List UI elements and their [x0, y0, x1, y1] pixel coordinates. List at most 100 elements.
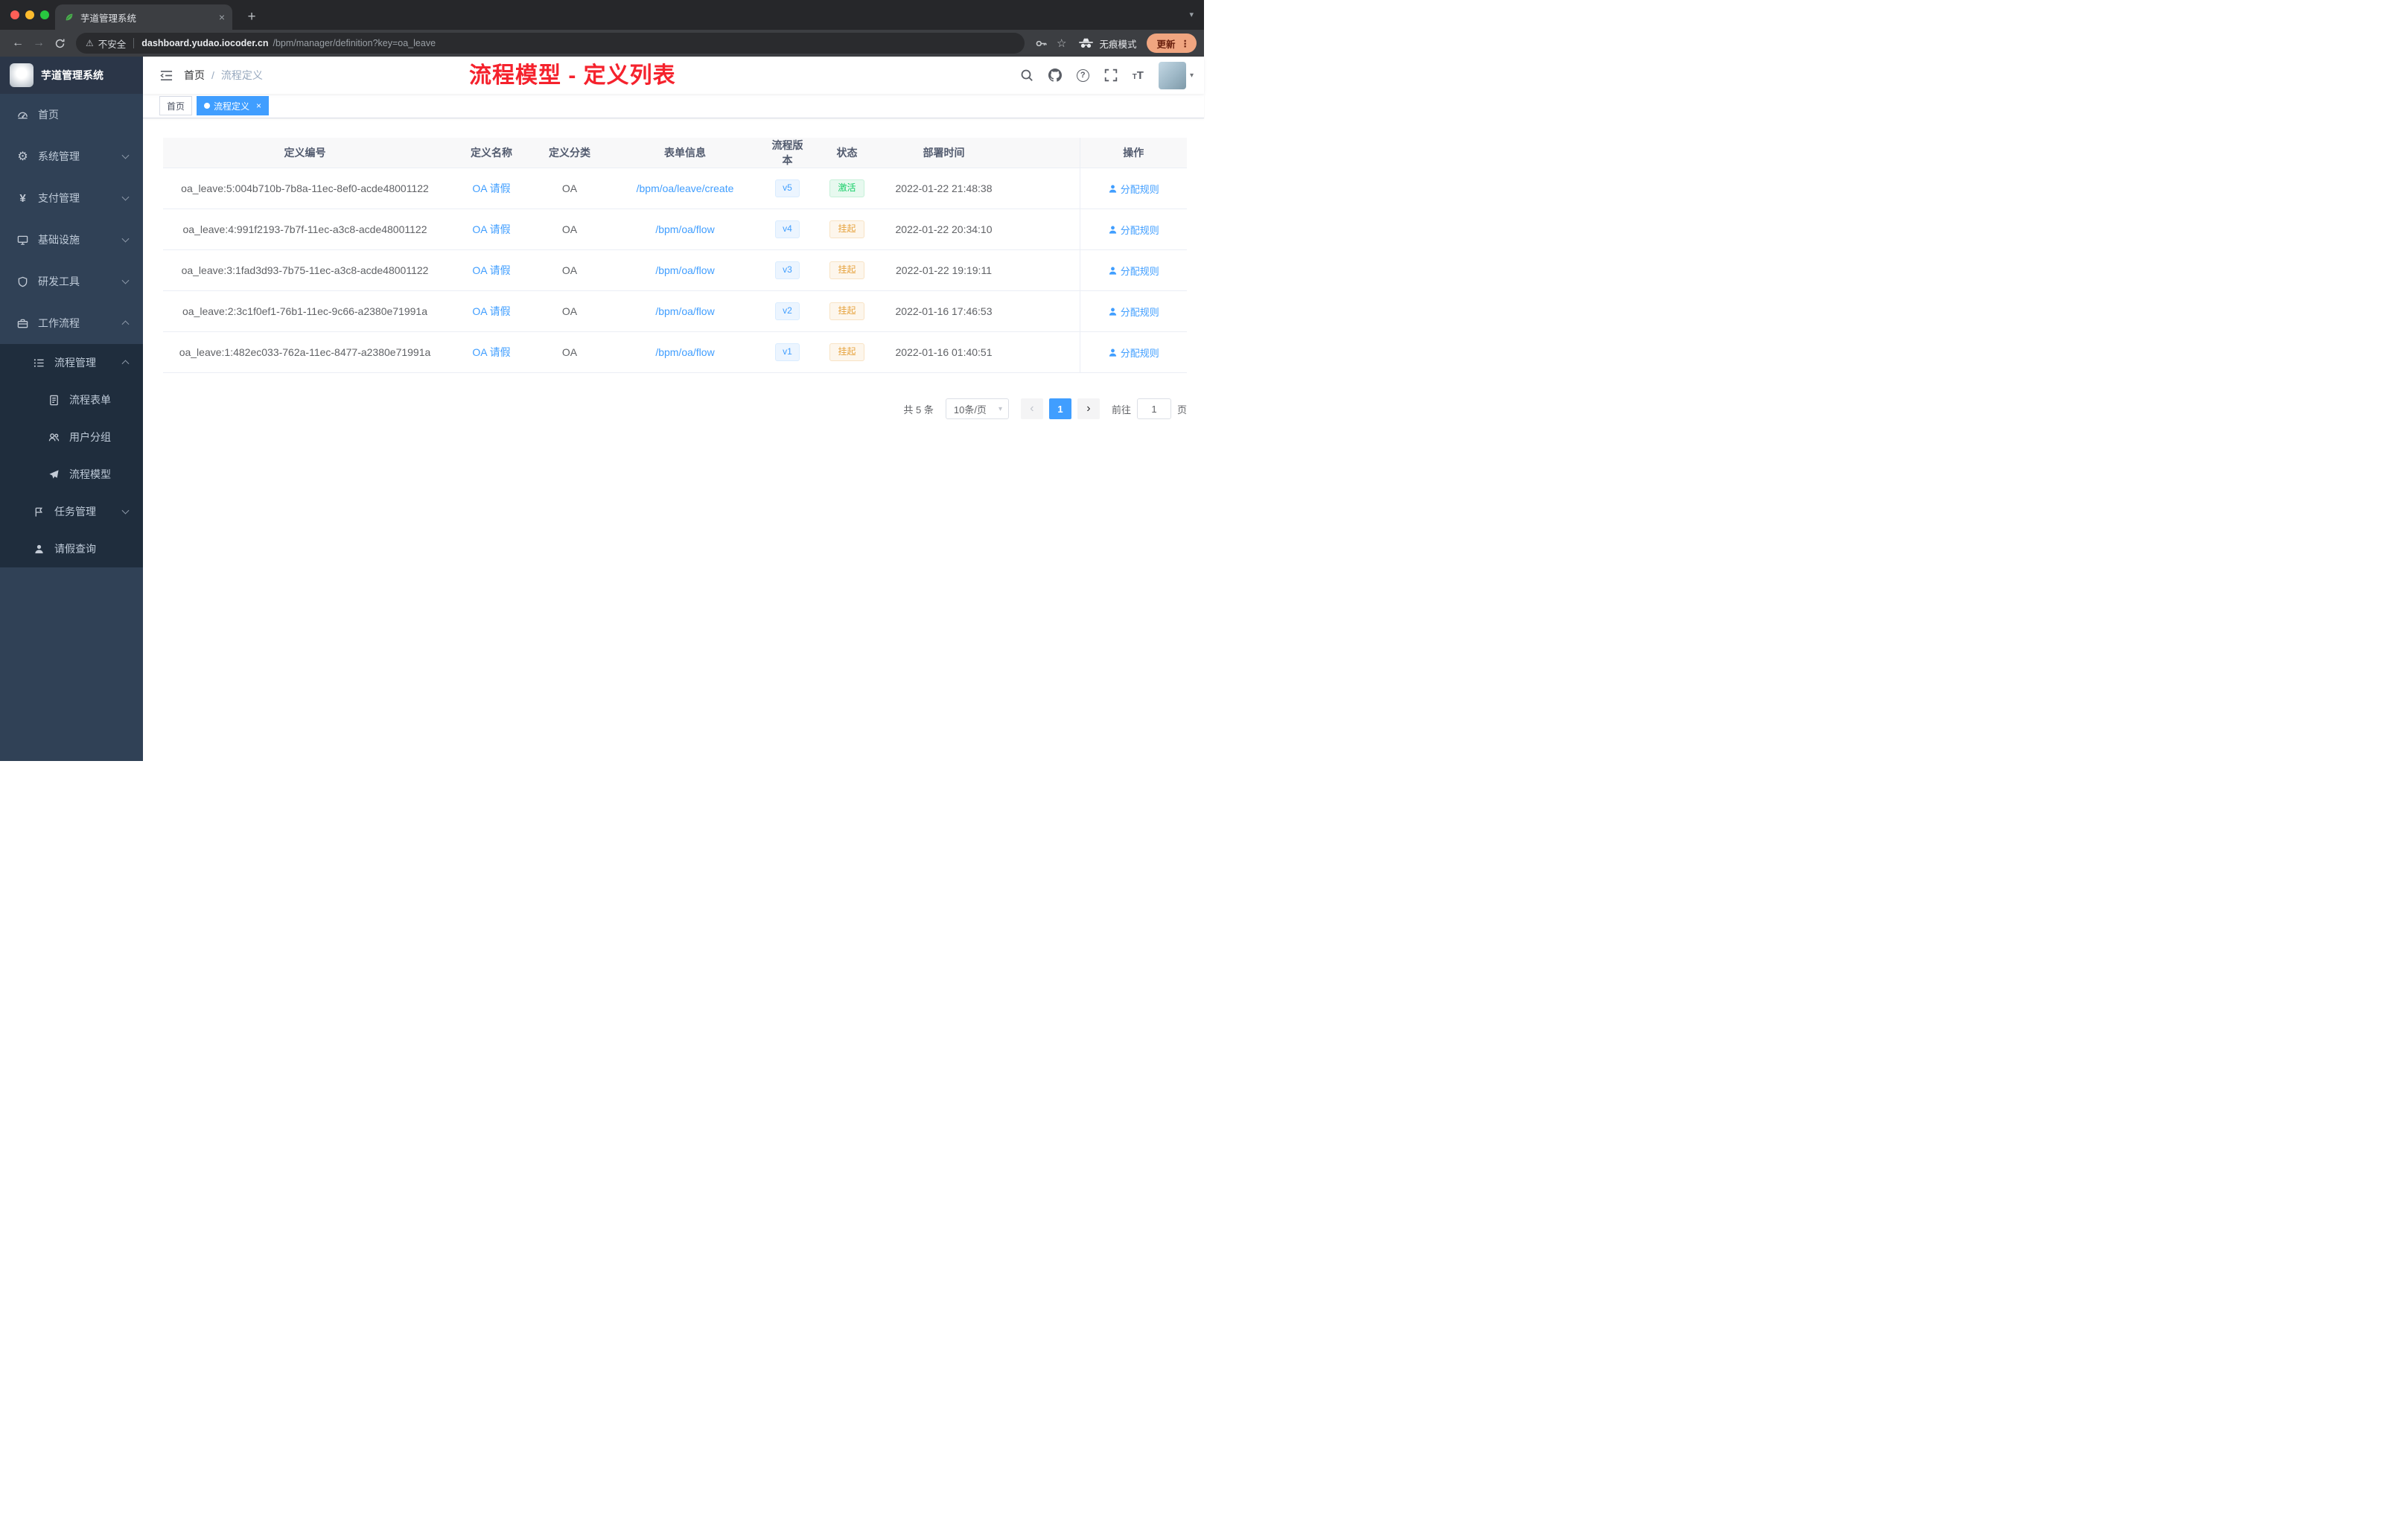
sidebar-item-label: 请假查询 [54, 543, 96, 555]
form-link[interactable]: /bpm/oa/flow [655, 264, 714, 276]
page-1-button[interactable]: 1 [1048, 398, 1071, 419]
status-badge: 挂起 [829, 220, 864, 238]
back-button[interactable]: ← [7, 36, 28, 50]
incognito-label: 无痕模式 [1099, 39, 1137, 50]
search-icon[interactable] [1020, 69, 1033, 82]
status-badge: 挂起 [829, 343, 864, 361]
page-size-select[interactable]: 10条/页 ▾ [945, 398, 1009, 419]
definition-name-link[interactable]: OA 请假 [472, 223, 510, 235]
version-tag: v5 [775, 179, 800, 197]
definition-name-link[interactable]: OA 请假 [472, 182, 510, 194]
assign-rule-link[interactable]: 分配规则 [1108, 346, 1159, 360]
user-icon [1109, 184, 1116, 193]
col-definition-id: 定义编号 [163, 138, 447, 168]
browser-tab[interactable]: 芋道管理系统 × [55, 4, 232, 30]
next-page-button[interactable]: › [1077, 398, 1100, 419]
incognito-icon [1079, 38, 1094, 48]
github-icon[interactable] [1048, 69, 1062, 82]
minimize-window-button[interactable] [25, 10, 34, 19]
flag-icon [33, 506, 45, 518]
table-row: oa_leave:5:004b710b-7b8a-11ec-8ef0-acde4… [163, 168, 1187, 209]
definition-name-link[interactable]: OA 请假 [472, 305, 510, 317]
close-window-button[interactable] [10, 10, 19, 19]
close-icon[interactable]: × [256, 101, 261, 111]
workflow-submenu: 流程管理 流程表单 用户分组 流程模型 任务管理 请假查询 [0, 344, 143, 567]
sidebar-item-payment[interactable]: ¥ 支付管理 [0, 177, 143, 219]
prev-page-button[interactable]: ‹ [1020, 398, 1043, 419]
fullscreen-icon[interactable] [1104, 69, 1118, 82]
assign-rule-link[interactable]: 分配规则 [1108, 223, 1159, 237]
sidebar-item-task-management[interactable]: 任务管理 [0, 493, 143, 530]
status-badge: 挂起 [829, 261, 864, 279]
form-link[interactable]: /bpm/oa/flow [655, 223, 714, 235]
sidebar-logo[interactable]: 芋道管理系统 [0, 57, 143, 94]
font-size-icon[interactable]: TT [1133, 69, 1144, 82]
sidebar-item-process-form[interactable]: 流程表单 [0, 381, 143, 418]
sidebar-item-label: 流程管理 [54, 357, 96, 369]
goto-unit: 页 [1176, 404, 1187, 415]
definition-id: oa_leave:4:991f2193-7b7f-11ec-a3c8-acde4… [163, 208, 447, 250]
assign-rule-link[interactable]: 分配规则 [1108, 182, 1159, 196]
sidebar-item-leave-query[interactable]: 请假查询 [0, 530, 143, 567]
form-link[interactable]: /bpm/oa/flow [655, 305, 714, 317]
new-tab-button[interactable]: + [243, 8, 261, 26]
table-header-row: 定义编号 定义名称 定义分类 表单信息 流程版本 状态 部署时间 操作 [163, 138, 1187, 168]
form-link[interactable]: /bpm/oa/flow [655, 346, 714, 358]
assign-rule-link[interactable]: 分配规则 [1108, 264, 1159, 278]
user-icon [1109, 225, 1116, 234]
sidebar-item-home[interactable]: 首页 [0, 94, 143, 136]
browser-menu-dots-icon[interactable]: ⋮ [1181, 38, 1191, 49]
chevron-down-icon: ▾ [998, 404, 1002, 413]
list-icon [33, 357, 45, 369]
deploy-time: 2022-01-22 20:34:10 [886, 208, 1001, 250]
sidebar-item-system[interactable]: ⚙ 系统管理 [0, 136, 143, 177]
chevron-down-icon [121, 235, 130, 243]
col-deploy-time: 部署时间 [886, 138, 1001, 168]
tab-close-icon[interactable]: × [219, 11, 225, 23]
sidebar-item-process-management[interactable]: 流程管理 [0, 344, 143, 381]
goto-page-input[interactable] [1136, 398, 1171, 419]
definition-category: OA [536, 168, 603, 209]
tag-process-definition[interactable]: 流程定义 × [197, 96, 270, 115]
sidebar-item-devtools[interactable]: 研发工具 [0, 261, 143, 302]
version-tag: v3 [775, 261, 800, 279]
address-bar[interactable]: ⚠ 不安全 dashboard.yudao.iocoder.cn /bpm/ma… [76, 33, 1025, 54]
col-status: 状态 [808, 138, 886, 168]
form-link[interactable]: /bpm/oa/leave/create [637, 182, 734, 194]
chevron-down-icon [121, 506, 130, 515]
sidebar-item-workflow[interactable]: 工作流程 [0, 302, 143, 344]
help-icon[interactable]: ? [1076, 69, 1089, 82]
password-key-icon[interactable] [1035, 37, 1048, 50]
users-icon [48, 431, 60, 444]
sidebar-item-process-model[interactable]: 流程模型 [0, 456, 143, 493]
reload-button[interactable] [49, 38, 70, 49]
tab-search-chevron-icon[interactable]: ▾ [1189, 10, 1194, 19]
tag-home[interactable]: 首页 [159, 96, 193, 115]
deploy-time: 2022-01-16 01:40:51 [886, 331, 1001, 373]
bookmark-star-icon[interactable]: ☆ [1057, 36, 1066, 50]
user-icon [1109, 266, 1116, 275]
forward-button[interactable]: → [28, 36, 49, 50]
user-menu[interactable]: ▾ [1158, 61, 1194, 89]
sidebar-item-label: 流程表单 [69, 394, 111, 406]
sidebar-item-label: 系统管理 [38, 150, 80, 162]
version-tag: v1 [775, 343, 800, 361]
dashboard-icon [16, 109, 29, 121]
definition-name-link[interactable]: OA 请假 [472, 346, 510, 358]
sidebar-fold-icon[interactable] [143, 57, 184, 94]
assign-rule-link[interactable]: 分配规则 [1108, 305, 1159, 319]
chevron-up-icon [121, 360, 130, 368]
sidebar-item-label: 研发工具 [38, 276, 80, 287]
definition-id: oa_leave:2:3c1f0ef1-76b1-11ec-9c66-a2380… [163, 290, 447, 332]
col-process-version: 流程版本 [767, 138, 808, 168]
sidebar-item-infrastructure[interactable]: 基础设施 [0, 219, 143, 261]
breadcrumb-home[interactable]: 首页 [184, 68, 205, 83]
user-avatar [1158, 61, 1186, 89]
browser-update-button[interactable]: 更新 ⋮ [1147, 34, 1197, 53]
briefcase-icon [16, 317, 29, 330]
user-icon [1109, 307, 1116, 316]
zoom-window-button[interactable] [40, 10, 49, 19]
yen-icon: ¥ [19, 191, 26, 205]
definition-name-link[interactable]: OA 请假 [472, 264, 510, 276]
sidebar-item-user-group[interactable]: 用户分组 [0, 418, 143, 456]
